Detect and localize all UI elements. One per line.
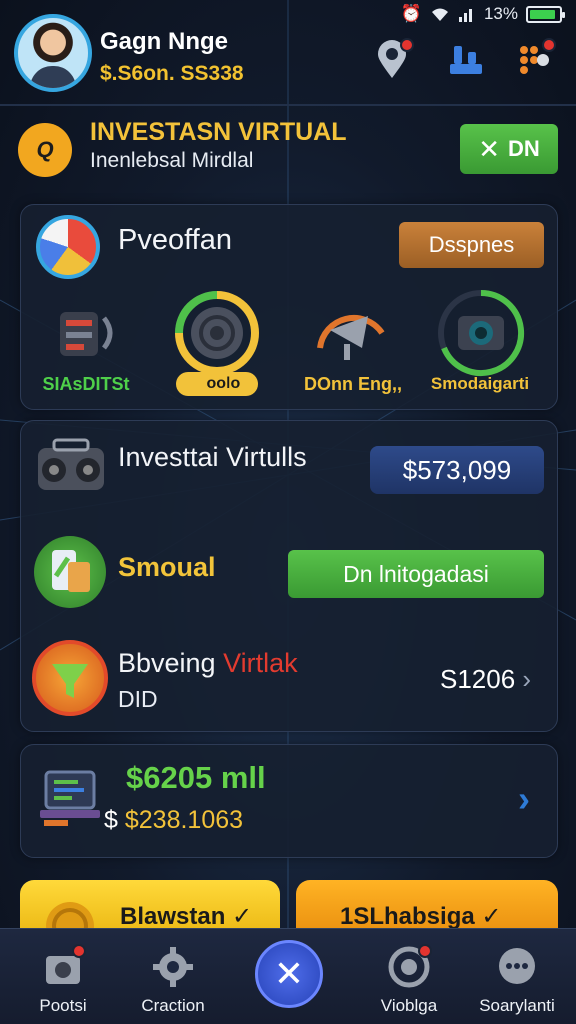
user-balance: $.S6on. SS338 bbox=[100, 62, 244, 85]
nav-label-pootsi: Pootsi bbox=[39, 996, 87, 1015]
banner-title: INVESTASN VIRTUAL bbox=[90, 118, 347, 146]
user-name: Gagn Nnge bbox=[100, 28, 229, 55]
camera-icon bbox=[40, 944, 86, 990]
bbveing-title-part-a: Bbveing bbox=[118, 648, 216, 678]
notification-badge bbox=[418, 944, 432, 958]
gauge-device-3[interactable] bbox=[306, 288, 396, 378]
phone-card-icon bbox=[34, 536, 106, 608]
dispense-button[interactable]: Dsspnes bbox=[399, 222, 544, 268]
bbveing-row-title: Bbveing Virtlak bbox=[118, 648, 298, 679]
portfolio-title: Pveoffan bbox=[118, 224, 232, 256]
chart-blocks-icon bbox=[450, 46, 482, 74]
chevron-right-icon[interactable]: › bbox=[518, 778, 530, 820]
chevron-right-icon: › bbox=[522, 664, 532, 694]
summary-amount: $238.1063 bbox=[124, 806, 244, 834]
slhabsiga-label: 1SLhabsiga bbox=[340, 903, 475, 930]
bbveing-value: S1206 bbox=[440, 664, 516, 694]
close-x-icon: ✕ bbox=[478, 133, 500, 164]
status-bar: ⏰ 13% bbox=[400, 4, 565, 24]
check-icon: ✓ bbox=[232, 903, 253, 930]
nav-item-craction[interactable]: Craction bbox=[118, 940, 228, 1024]
location-pin-button[interactable] bbox=[372, 38, 414, 80]
target-icon bbox=[386, 944, 432, 990]
signal-icon bbox=[458, 9, 472, 22]
chat-bubble-icon bbox=[494, 944, 540, 990]
summary-currency: $ bbox=[104, 806, 118, 834]
gauge-label-1: SIAsDITSt bbox=[42, 374, 130, 394]
gauge-device-2[interactable] bbox=[172, 288, 262, 378]
notification-badge bbox=[542, 38, 556, 52]
nav-label-soarylanti: Soarylanti bbox=[479, 996, 555, 1015]
slhabsiga-label-row: 1SLhabsiga ✓ bbox=[340, 902, 502, 931]
radio-icon bbox=[38, 438, 104, 490]
summary-subvalue: $ $238.1063 bbox=[104, 806, 243, 835]
nav-label-craction: Craction bbox=[141, 996, 205, 1015]
smoual-title: Smoual bbox=[118, 552, 216, 582]
investments-value[interactable]: $573,099 bbox=[370, 446, 544, 494]
blawstan-label: Blawstan bbox=[120, 903, 226, 930]
alarm-icon: ⏰ bbox=[400, 4, 422, 23]
gear-icon bbox=[150, 944, 196, 990]
apps-button[interactable] bbox=[514, 38, 556, 80]
check-icon: ✓ bbox=[481, 903, 502, 930]
nav-item-soarylanti[interactable]: Soarylanti bbox=[462, 940, 572, 1024]
battery-icon bbox=[526, 5, 565, 23]
notification-badge bbox=[400, 38, 414, 52]
banner-subtitle: Inenlebsal Mirdlal bbox=[90, 149, 254, 172]
gauge-label-4: Smodaigarti bbox=[430, 374, 530, 393]
gauge-device-1[interactable] bbox=[40, 288, 130, 378]
battery-percent: 13% bbox=[483, 4, 518, 23]
banner-logo-icon: Q bbox=[18, 123, 72, 177]
banner-button-label: DN bbox=[508, 136, 540, 161]
laptop-chart-icon bbox=[40, 770, 100, 826]
banner-action-button[interactable]: ✕ DN bbox=[460, 124, 558, 174]
close-x-icon: ✕ bbox=[273, 953, 305, 994]
pie-chart-icon bbox=[36, 215, 100, 279]
center-close-button[interactable]: ✕ bbox=[255, 940, 323, 1008]
integrate-button[interactable]: Dn lnitogadasi bbox=[288, 550, 544, 598]
header-divider bbox=[0, 104, 576, 106]
nav-label-vioblga: Vioblga bbox=[380, 996, 438, 1015]
investments-title: Investtai Virtulls bbox=[118, 442, 307, 472]
nav-item-pootsi[interactable]: Pootsi bbox=[8, 940, 118, 1024]
bbveing-subtitle: DID bbox=[118, 686, 158, 712]
gauge-device-4[interactable] bbox=[436, 288, 526, 378]
blawstan-label-row: Blawstan ✓ bbox=[120, 902, 252, 931]
bbveing-value-link[interactable]: S1206 › bbox=[440, 664, 531, 695]
dashboard-button[interactable] bbox=[446, 40, 486, 80]
notification-badge bbox=[72, 944, 86, 958]
avatar[interactable] bbox=[14, 14, 92, 92]
wifi-icon bbox=[431, 8, 448, 21]
bbveing-title-part-b: Virtlak bbox=[223, 648, 298, 678]
funnel-icon bbox=[32, 640, 108, 716]
gauge-label-2: ooǀo bbox=[176, 372, 258, 396]
gauge-label-3: DOnn Eng,, bbox=[304, 374, 402, 394]
summary-value: $6205 mll bbox=[126, 760, 266, 795]
nav-item-vioblga[interactable]: Vioblga bbox=[354, 940, 464, 1024]
